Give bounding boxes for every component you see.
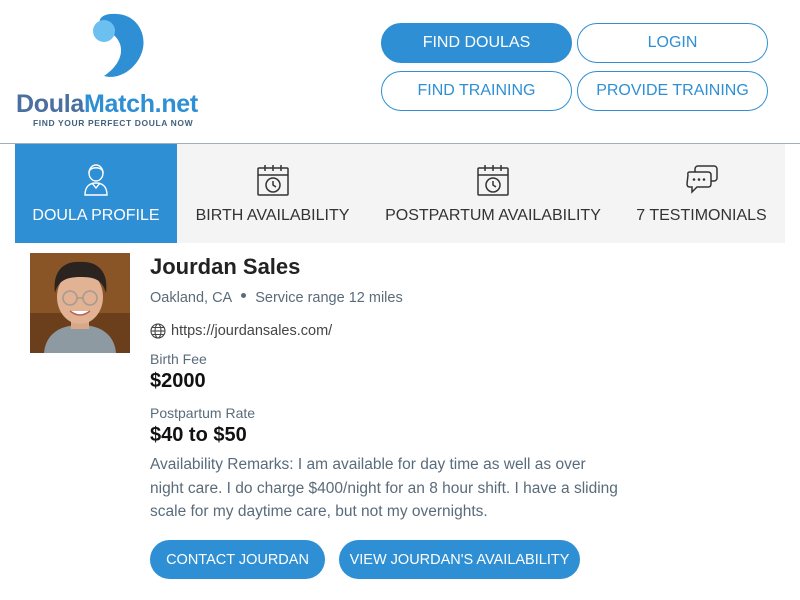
doula-avatar (30, 253, 130, 353)
chat-bubbles-icon (685, 165, 718, 194)
calendar-clock-icon (477, 165, 509, 196)
profile-tabs: DOULA PROFILE BIRTH AVAILABILITY POSTPAR… (15, 144, 785, 243)
birth-fee-label: Birth Fee (150, 351, 207, 367)
provide-training-button[interactable]: PROVIDE TRAINING (577, 71, 768, 111)
logo-wordmark: DoulaMatch.net (16, 90, 198, 118)
website-link[interactable]: https://jourdansales.com/ (150, 323, 332, 339)
find-training-button[interactable]: FIND TRAINING (381, 71, 572, 111)
tab-label: BIRTH AVAILABILITY (195, 207, 350, 224)
doula-profile-icon (84, 164, 108, 196)
separator-dot (241, 292, 247, 298)
tab-birth-availability[interactable]: BIRTH AVAILABILITY (177, 144, 368, 243)
tab-label: DOULA PROFILE (32, 207, 160, 224)
login-button[interactable]: LOGIN (577, 23, 768, 63)
postpartum-rate-label: Postpartum Rate (150, 405, 256, 421)
doula-location: Oakland, CA Service range 12 miles (150, 290, 403, 306)
logo-drop-icon (93, 13, 144, 77)
tab-postpartum-availability[interactable]: POSTPARTUM AVAILABILITY (368, 144, 618, 243)
find-doulas-button[interactable]: FIND DOULAS (381, 23, 572, 63)
tab-label: 7 TESTIMONIALS (636, 207, 767, 224)
postpartum-rate-value: $40 to $50 (150, 424, 247, 446)
site-logo[interactable]: DoulaMatch.net FIND YOUR PERFECT DOULA N… (16, 10, 226, 135)
logo-tagline: FIND YOUR PERFECT DOULA NOW (33, 118, 194, 128)
tab-doula-profile[interactable]: DOULA PROFILE (15, 144, 177, 243)
contact-button[interactable]: CONTACT JOURDAN (150, 540, 325, 579)
calendar-clock-icon (256, 165, 289, 196)
service-range: Service range 12 miles (255, 290, 403, 306)
globe-icon (150, 323, 166, 339)
view-availability-button[interactable]: VIEW JOURDAN'S AVAILABILITY (339, 540, 580, 579)
doula-name: Jourdan Sales (150, 254, 301, 279)
site-header: DoulaMatch.net FIND YOUR PERFECT DOULA N… (0, 0, 800, 144)
website-url[interactable]: https://jourdansales.com/ (171, 323, 332, 339)
tab-testimonials[interactable]: 7 TESTIMONIALS (618, 144, 785, 243)
availability-remarks: Availability Remarks: I am available for… (150, 456, 618, 520)
tab-label: POSTPARTUM AVAILABILITY (385, 207, 601, 224)
doula-city: Oakland, CA (150, 290, 233, 306)
birth-fee-value: $2000 (150, 370, 206, 392)
